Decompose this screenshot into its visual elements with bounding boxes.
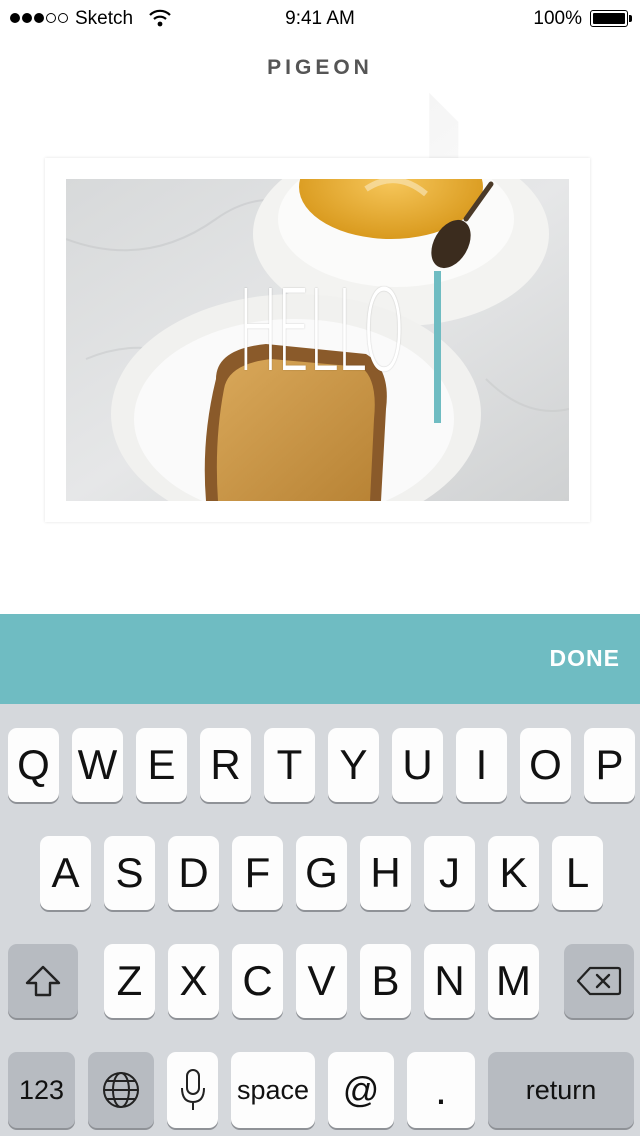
editing-toolbar: DONE	[0, 614, 640, 704]
key-a[interactable]: A	[40, 836, 91, 910]
key-r[interactable]: R	[200, 728, 251, 802]
key-q[interactable]: Q	[8, 728, 59, 802]
key-k[interactable]: K	[488, 836, 539, 910]
globe-icon	[103, 1072, 139, 1108]
mic-icon	[180, 1069, 205, 1110]
key-z[interactable]: Z	[104, 944, 155, 1018]
key-l[interactable]: L	[552, 836, 603, 910]
shift-key[interactable]	[8, 944, 78, 1018]
key-j[interactable]: J	[424, 836, 475, 910]
at-key[interactable]: @	[328, 1052, 394, 1128]
key-x[interactable]: X	[168, 944, 219, 1018]
key-b[interactable]: B	[360, 944, 411, 1018]
key-m[interactable]: M	[488, 944, 539, 1018]
key-o[interactable]: O	[520, 728, 571, 802]
key-p[interactable]: P	[584, 728, 635, 802]
card-overlay-text[interactable]: HELLO	[238, 276, 405, 388]
delete-key[interactable]	[564, 944, 634, 1018]
space-key[interactable]: space	[231, 1052, 315, 1128]
key-s[interactable]: S	[104, 836, 155, 910]
key-d[interactable]: D	[168, 836, 219, 910]
key-h[interactable]: H	[360, 836, 411, 910]
key-v[interactable]: V	[296, 944, 347, 1018]
key-y[interactable]: Y	[328, 728, 379, 802]
shift-icon	[25, 965, 61, 997]
key-n[interactable]: N	[424, 944, 475, 1018]
key-c[interactable]: C	[232, 944, 283, 1018]
mic-key[interactable]	[167, 1052, 218, 1128]
text-cursor	[434, 271, 441, 423]
done-button[interactable]: DONE	[550, 645, 620, 672]
key-i[interactable]: I	[456, 728, 507, 802]
globe-key[interactable]	[88, 1052, 154, 1128]
period-key[interactable]: .	[407, 1052, 475, 1128]
delete-icon	[576, 966, 622, 996]
numbers-key[interactable]: 123	[8, 1052, 75, 1128]
key-w[interactable]: W	[72, 728, 123, 802]
key-t[interactable]: T	[264, 728, 315, 802]
key-e[interactable]: E	[136, 728, 187, 802]
key-g[interactable]: G	[296, 836, 347, 910]
battery-icon	[590, 10, 632, 27]
return-key[interactable]: return	[488, 1052, 634, 1128]
keyboard: Q W E R T Y U I O P A S D F G H J K L Z …	[0, 704, 640, 1136]
key-u[interactable]: U	[392, 728, 443, 802]
key-f[interactable]: F	[232, 836, 283, 910]
